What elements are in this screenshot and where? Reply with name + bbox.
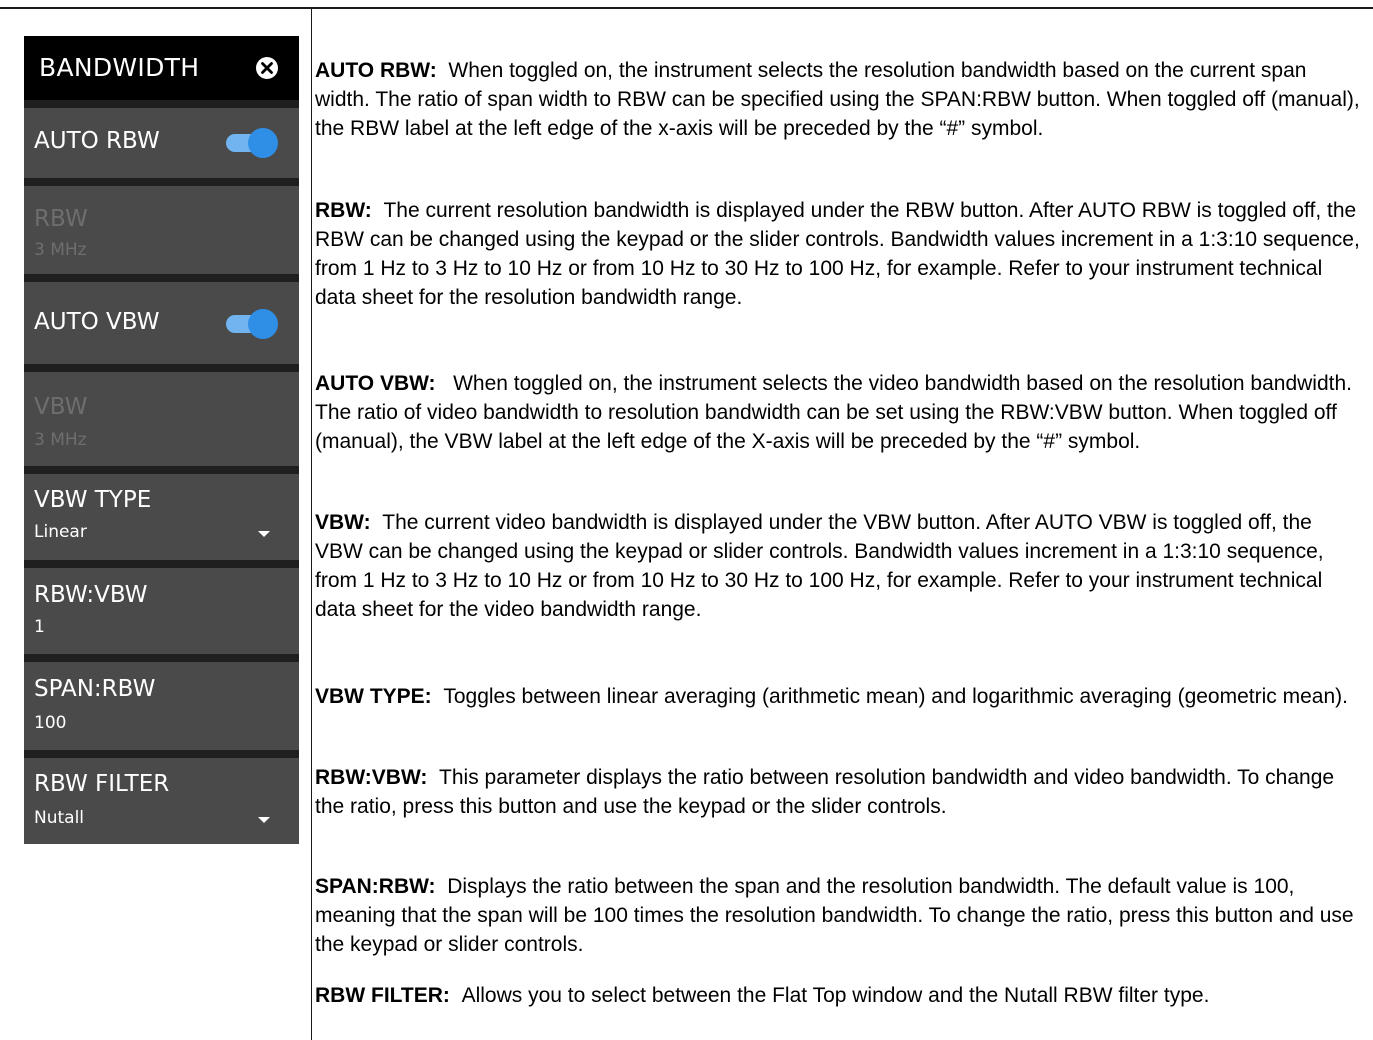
description-rbw: RBW: The current resolution bandwidth is… [315,196,1360,312]
rbw-button[interactable]: RBW 3 MHz [24,186,299,274]
description-term: SPAN:RBW: [315,875,436,898]
rbw-filter-label: RBW FILTER [34,771,170,797]
menu-header: BANDWIDTH [24,36,299,100]
vbw-type-label: VBW TYPE [34,487,152,513]
vbw-type-value: Linear [34,522,87,542]
toggle-knob [248,309,278,339]
description-term: RBW FILTER: [315,984,450,1007]
description-text: Displays the ratio between the span and … [315,875,1354,956]
auto-rbw-label: AUTO RBW [34,128,160,154]
close-icon[interactable] [255,56,279,80]
menu-title: BANDWIDTH [39,53,200,82]
description-rbw-vbw: RBW:VBW: This parameter displays the rat… [315,763,1360,821]
rbw-vbw-label: RBW:VBW [34,582,148,608]
description-auto-rbw: AUTO RBW: When toggled on, the instrumen… [315,56,1360,143]
vbw-button[interactable]: VBW 3 MHz [24,372,299,466]
vbw-type-dropdown[interactable]: VBW TYPE Linear [24,474,299,560]
auto-vbw-label: AUTO VBW [34,309,160,335]
rbw-vbw-value: 1 [34,617,45,637]
toggle-knob [248,128,278,158]
description-text: Allows you to select between the Flat To… [461,984,1210,1007]
span-rbw-label: SPAN:RBW [34,676,156,702]
vbw-label: VBW [34,394,88,420]
span-rbw-value: 100 [34,713,67,733]
auto-vbw-button[interactable]: AUTO VBW [24,282,299,364]
chevron-down-icon [258,531,270,537]
bandwidth-menu: BANDWIDTH AUTO RBW RBW 3 MHz AUTO VBW VB… [24,36,299,844]
description-term: RBW:VBW: [315,766,428,789]
auto-rbw-button[interactable]: AUTO RBW [24,108,299,178]
vbw-value: 3 MHz [34,430,87,450]
description-span-rbw: SPAN:RBW: Displays the ratio between the… [315,872,1360,959]
description-term: VBW TYPE: [315,685,432,708]
rbw-vbw-button[interactable]: RBW:VBW 1 [24,568,299,654]
description-term: AUTO VBW: [315,372,436,395]
description-term: VBW: [315,511,371,534]
auto-vbw-toggle[interactable] [226,309,278,339]
span-rbw-button[interactable]: SPAN:RBW 100 [24,662,299,750]
auto-rbw-toggle[interactable] [226,128,278,158]
description-text: When toggled on, the instrument selects … [315,372,1352,453]
column-divider [311,8,312,1040]
description-text: The current video bandwidth is displayed… [315,511,1324,621]
description-vbw-type: VBW TYPE: Toggles between linear averagi… [315,682,1360,711]
description-text: This parameter displays the ratio betwee… [315,766,1335,818]
description-term: RBW: [315,199,372,222]
description-text: Toggles between linear averaging (arithm… [443,685,1348,708]
rbw-value: 3 MHz [34,240,87,260]
rbw-filter-value: Nutall [34,808,85,828]
description-text: The current resolution bandwidth is disp… [315,199,1360,309]
description-rbw-filter: RBW FILTER: Allows you to select between… [315,981,1360,1010]
rbw-filter-dropdown[interactable]: RBW FILTER Nutall [24,758,299,844]
rbw-label: RBW [34,206,88,232]
chevron-down-icon [258,817,270,823]
description-vbw: VBW: The current video bandwidth is disp… [315,508,1360,624]
top-rule [0,7,1373,9]
description-auto-vbw: AUTO VBW: When toggled on, the instrumen… [315,369,1360,456]
description-text: When toggled on, the instrument selects … [315,59,1360,140]
description-term: AUTO RBW: [315,59,437,82]
